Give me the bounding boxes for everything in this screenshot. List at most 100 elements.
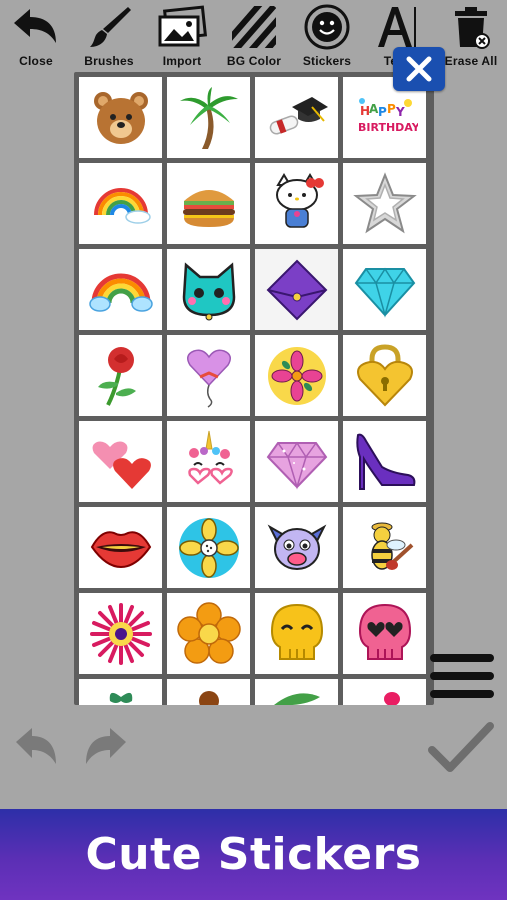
hearts-icon <box>92 441 151 489</box>
sticker-bee-guitar[interactable] <box>343 507 426 588</box>
flower-circle-icon <box>178 517 239 578</box>
stickers-label: Stickers <box>302 54 352 68</box>
sticker-lips[interactable] <box>79 507 162 588</box>
sticker-hello-kitty[interactable] <box>255 163 338 244</box>
happy-birthday-icon: H A P P Y BIRTHDAY <box>358 97 418 134</box>
acorn-icon <box>198 690 219 705</box>
back-arrow-icon <box>14 9 56 43</box>
promo-banner: Cute Stickers <box>0 809 507 900</box>
undo-icon <box>16 728 56 764</box>
import-label: Import <box>162 54 202 68</box>
sticker-heart-lock[interactable] <box>343 335 426 416</box>
svg-text:P: P <box>387 102 396 116</box>
confirm-button[interactable] <box>428 720 494 776</box>
pink-gem-icon <box>266 441 327 490</box>
sticker-graduation-cap[interactable] <box>255 77 338 158</box>
sticker-pink-flower[interactable] <box>79 593 162 674</box>
sticker-acorn[interactable] <box>167 679 250 705</box>
menu-button[interactable] <box>430 652 494 700</box>
rainbow-icon <box>88 273 153 312</box>
burger-icon <box>182 189 235 227</box>
sticker-unicorn[interactable] <box>167 421 250 502</box>
rainbow-cloud-icon <box>93 187 151 224</box>
brushes-tool[interactable]: Brushes <box>80 0 138 74</box>
teddy-bear-icon <box>93 91 148 144</box>
svg-text:P: P <box>378 105 387 119</box>
close-tool[interactable]: Close <box>8 0 64 74</box>
rose-icon <box>97 346 136 406</box>
brush-icon <box>90 7 131 47</box>
sticker-pink-skull[interactable] <box>343 593 426 674</box>
dog-face-icon <box>267 523 326 570</box>
erase-all-tool[interactable]: Erase All <box>440 0 502 74</box>
silver-star-icon <box>352 171 417 233</box>
sticker-rainbow[interactable] <box>79 249 162 330</box>
bg-color-tool[interactable]: BG Color <box>222 0 286 74</box>
high-heel-icon <box>355 433 415 490</box>
hello-kitty-icon <box>275 172 324 228</box>
heart-balloon-icon <box>186 349 231 408</box>
brushes-label: Brushes <box>84 54 134 68</box>
leaf-icon <box>109 692 132 703</box>
sticker-rose[interactable] <box>79 335 162 416</box>
green-leaf-icon <box>273 692 320 705</box>
sticker-hearts[interactable] <box>79 421 162 502</box>
svg-text:Y: Y <box>395 105 405 119</box>
stickers-tool[interactable]: Stickers <box>296 0 358 74</box>
graduation-cap-icon <box>269 96 328 134</box>
trash-icon <box>455 7 490 49</box>
pink-skull-icon <box>358 603 411 660</box>
sticker-flower-badge[interactable] <box>255 335 338 416</box>
sticker-diamond[interactable] <box>343 249 426 330</box>
smiley-icon <box>304 4 350 50</box>
sticker-panel: H A P P Y BIRTHDAY <box>74 72 434 705</box>
close-panel-button[interactable] <box>393 47 445 91</box>
sticker-burger[interactable] <box>167 163 250 244</box>
sticker-dog-face[interactable] <box>255 507 338 588</box>
erase-all-label: Erase All <box>444 54 498 68</box>
close-icon <box>406 56 432 82</box>
diamond-icon <box>354 267 415 318</box>
import-tool[interactable]: Import <box>154 0 210 74</box>
banner-title: Cute Stickers <box>85 829 422 880</box>
sticker-flower-circle[interactable] <box>167 507 250 588</box>
sticker-teddy-bear[interactable] <box>79 77 162 158</box>
bee-guitar-icon <box>370 522 413 570</box>
sticker-yellow-skull[interactable] <box>255 593 338 674</box>
redo-icon <box>86 728 126 764</box>
unicorn-icon <box>187 430 233 485</box>
text-a-icon <box>378 7 416 47</box>
sticker-pink-partial[interactable] <box>343 679 426 705</box>
image-icon <box>158 5 208 47</box>
sticker-silver-star[interactable] <box>343 163 426 244</box>
close-label: Close <box>19 54 53 68</box>
sticker-pink-gem[interactable] <box>255 421 338 502</box>
svg-text:BIRTHDAY: BIRTHDAY <box>358 121 418 134</box>
sticker-palm-tree[interactable] <box>167 77 250 158</box>
sticker-green-leaf[interactable] <box>255 679 338 705</box>
sticker-envelope[interactable] <box>255 249 338 330</box>
lips-icon <box>90 530 151 568</box>
orange-flower-icon <box>176 601 241 664</box>
palm-tree-icon <box>179 86 238 149</box>
sticker-leaf[interactable] <box>79 679 162 705</box>
sticker-high-heel[interactable] <box>343 421 426 502</box>
envelope-icon <box>266 259 327 320</box>
stripes-icon <box>232 6 276 48</box>
bg-color-label: BG Color <box>226 54 282 68</box>
yellow-skull-icon <box>270 603 323 660</box>
heart-lock-icon <box>356 343 413 406</box>
sticker-grid: H A P P Y BIRTHDAY <box>79 77 426 705</box>
flower-badge-icon <box>267 346 326 405</box>
sticker-orange-flower[interactable] <box>167 593 250 674</box>
sticker-rainbow-cloud[interactable] <box>79 163 162 244</box>
checkmark-icon <box>428 722 494 772</box>
sticker-cat-face[interactable] <box>167 249 250 330</box>
pink-flower-icon <box>89 602 152 665</box>
cat-face-icon <box>182 261 235 320</box>
hamburger-menu-icon <box>430 654 494 698</box>
pink-blob-icon <box>383 691 400 705</box>
undo-button[interactable] <box>12 722 62 772</box>
redo-button[interactable] <box>80 722 130 772</box>
sticker-heart-balloon[interactable] <box>167 335 250 416</box>
